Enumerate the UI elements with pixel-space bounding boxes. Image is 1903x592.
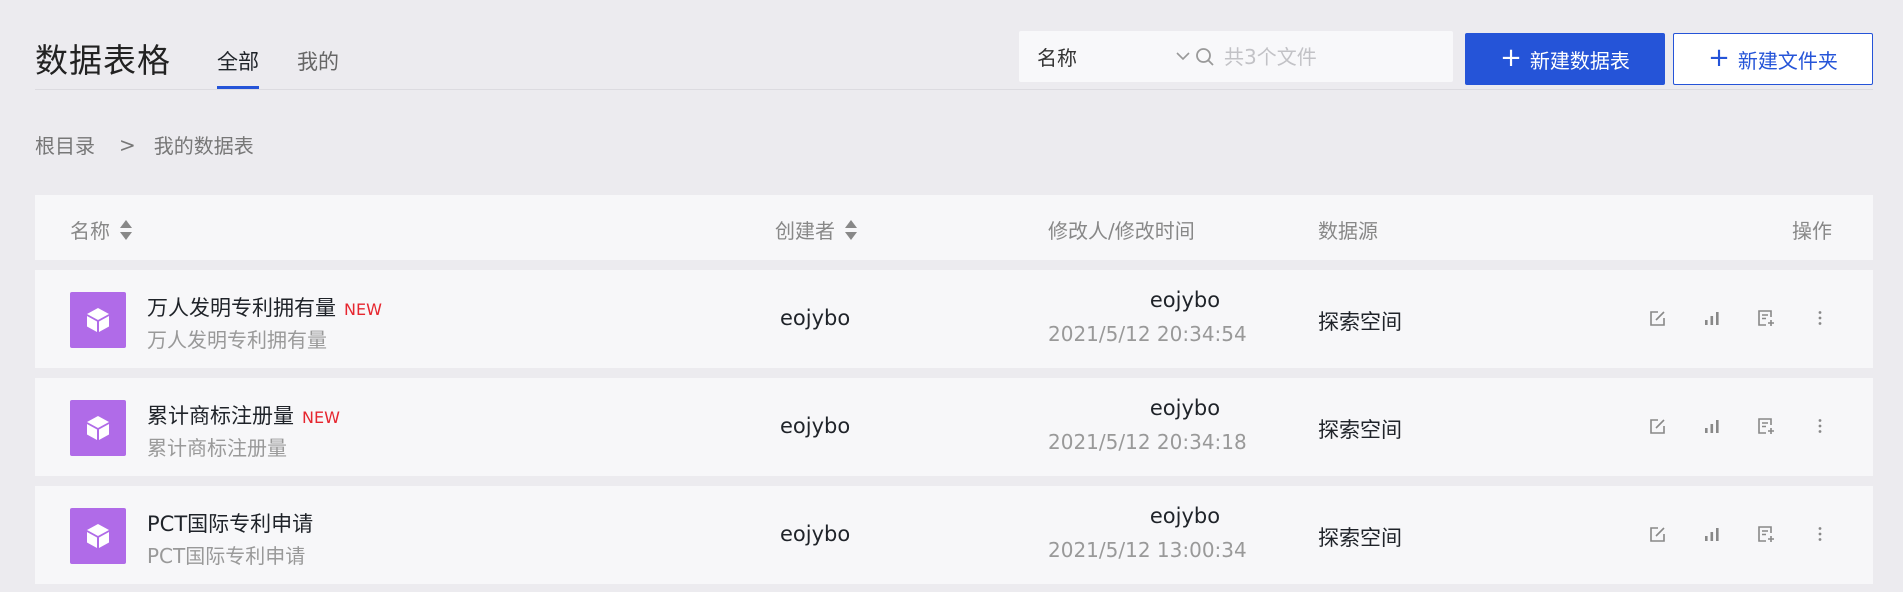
row-modifier: eojybo — [1149, 288, 1221, 312]
new-badge: NEW — [344, 300, 382, 319]
edit-icon[interactable] — [1647, 523, 1669, 545]
more-icon[interactable] — [1809, 415, 1831, 437]
row-creator: eojybo — [780, 414, 851, 438]
col-actions-label: 操作 — [1792, 219, 1832, 243]
sort-icon[interactable] — [120, 219, 132, 241]
cube-icon — [70, 400, 126, 456]
table-header: 名称 创建者 修改人/修改时间 数据源 操作 — [35, 195, 1873, 260]
row-modified-time: 2021/5/12 20:34:18 — [1048, 430, 1247, 454]
search-box — [1194, 31, 1449, 82]
col-creator-label: 创建者 — [775, 219, 835, 243]
new-folder-button[interactable]: + 新建文件夹 — [1673, 33, 1873, 85]
row-modified-time: 2021/5/12 20:34:54 — [1048, 322, 1247, 346]
row-modifier: eojybo — [1149, 396, 1221, 420]
add-list-icon[interactable] — [1755, 415, 1777, 437]
header: 数据表格 全部 我的 名称 + 新建数据表 + 新建文件夹 — [35, 0, 1873, 90]
row-name[interactable]: PCT国际专利申请 — [147, 508, 321, 538]
row-name-text: PCT国际专利申请 — [147, 512, 314, 536]
row-modifier: eojybo — [1149, 504, 1221, 528]
table-row[interactable]: 累计商标注册量 NEW 累计商标注册量 eojybo eojybo 2021/5… — [35, 378, 1873, 476]
row-actions — [1647, 307, 1863, 329]
breadcrumb: 根目录 > 我的数据表 — [35, 130, 254, 159]
col-source-label: 数据源 — [1318, 219, 1378, 243]
cube-icon — [70, 508, 126, 564]
plus-icon: + — [1708, 42, 1730, 73]
row-subtitle: 万人发明专利拥有量 — [147, 328, 327, 352]
col-name-label: 名称 — [70, 219, 110, 243]
row-subtitle: 累计商标注册量 — [147, 436, 287, 460]
new-folder-label: 新建文件夹 — [1737, 48, 1838, 73]
plus-icon: + — [1500, 42, 1522, 73]
row-name[interactable]: 万人发明专利拥有量 NEW — [147, 292, 382, 322]
row-creator: eojybo — [780, 306, 851, 330]
row-source: 探索空间 — [1318, 310, 1402, 334]
breadcrumb-current: 我的数据表 — [153, 134, 254, 158]
new-table-button[interactable]: + 新建数据表 — [1465, 33, 1665, 85]
row-name-text: 万人发明专利拥有量 — [147, 296, 336, 320]
row-name-text: 累计商标注册量 — [147, 404, 294, 428]
col-actions: 操作 — [1792, 215, 1832, 244]
row-source: 探索空间 — [1318, 418, 1402, 442]
filter-bar: 名称 — [1019, 31, 1453, 82]
new-table-label: 新建数据表 — [1529, 48, 1630, 73]
more-icon[interactable] — [1809, 307, 1831, 329]
add-list-icon[interactable] — [1755, 523, 1777, 545]
filter-field-select[interactable]: 名称 — [1037, 31, 1197, 82]
col-creator[interactable]: 创建者 — [775, 215, 857, 244]
edit-icon[interactable] — [1647, 415, 1669, 437]
col-modified-label: 修改人/修改时间 — [1048, 219, 1195, 243]
sort-icon[interactable] — [845, 219, 857, 241]
table-row[interactable]: 万人发明专利拥有量 NEW 万人发明专利拥有量 eojybo eojybo 20… — [35, 270, 1873, 368]
row-name[interactable]: 累计商标注册量 NEW — [147, 400, 340, 430]
row-subtitle: PCT国际专利申请 — [147, 544, 306, 568]
col-source: 数据源 — [1318, 215, 1378, 244]
chart-icon[interactable] — [1701, 307, 1723, 329]
tab-all[interactable]: 全部 — [217, 46, 259, 89]
row-actions — [1647, 523, 1863, 545]
breadcrumb-root[interactable]: 根目录 — [35, 130, 95, 159]
row-creator: eojybo — [780, 522, 851, 546]
cube-icon — [70, 292, 126, 348]
chart-icon[interactable] — [1701, 523, 1723, 545]
tab-mine[interactable]: 我的 — [297, 46, 339, 76]
data-table: 名称 创建者 修改人/修改时间 数据源 操作 万人发明专利拥有量 NEW 万人发… — [35, 195, 1873, 584]
breadcrumb-separator: > — [119, 132, 136, 157]
new-badge: NEW — [302, 408, 340, 427]
row-modified-time: 2021/5/12 13:00:34 — [1048, 538, 1247, 562]
table-row[interactable]: PCT国际专利申请 PCT国际专利申请 eojybo eojybo 2021/5… — [35, 486, 1873, 584]
more-icon[interactable] — [1809, 523, 1831, 545]
col-name[interactable]: 名称 — [70, 215, 132, 244]
row-source: 探索空间 — [1318, 526, 1402, 550]
chevron-down-icon — [1176, 52, 1190, 61]
search-input[interactable] — [1224, 44, 1444, 69]
row-actions — [1647, 415, 1863, 437]
filter-field-value: 名称 — [1037, 46, 1077, 70]
search-icon — [1196, 47, 1214, 66]
edit-icon[interactable] — [1647, 307, 1669, 329]
add-list-icon[interactable] — [1755, 307, 1777, 329]
chart-icon[interactable] — [1701, 415, 1723, 437]
page-title: 数据表格 — [35, 41, 171, 80]
col-modified: 修改人/修改时间 — [1048, 215, 1195, 244]
